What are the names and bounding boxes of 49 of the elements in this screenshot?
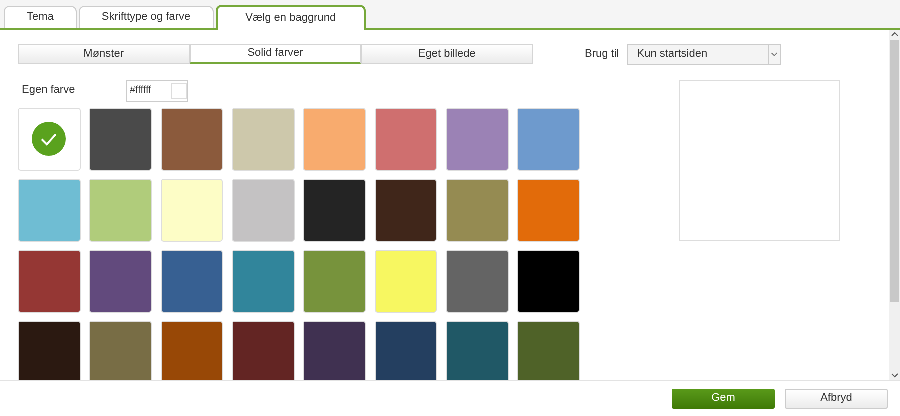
color-swatch[interactable] xyxy=(89,250,152,312)
color-swatch[interactable] xyxy=(18,178,81,242)
color-swatch[interactable] xyxy=(517,178,580,242)
dialog-button[interactable]: Gem xyxy=(672,388,775,408)
color-swatch[interactable] xyxy=(18,108,81,170)
color-swatch[interactable] xyxy=(160,178,224,242)
color-preview xyxy=(171,82,187,98)
segment-tab[interactable]: Eget billede xyxy=(361,44,534,64)
color-swatch[interactable] xyxy=(446,108,509,170)
color-swatch[interactable] xyxy=(446,320,509,380)
tab[interactable]: Vælg en baggrund xyxy=(216,5,366,30)
color-swatch[interactable] xyxy=(374,320,438,380)
checkmark-icon xyxy=(32,122,66,156)
color-input-field[interactable]: #ffffff xyxy=(126,80,188,102)
segment-tab[interactable]: Solid farver xyxy=(190,44,362,64)
apply-to-dropdown[interactable]: Kun startsiden xyxy=(627,44,782,64)
color-swatch[interactable] xyxy=(89,108,152,170)
color-swatch[interactable] xyxy=(303,108,366,170)
tab[interactable]: Skrifttype og farve xyxy=(78,6,214,28)
segment-tab[interactable]: Mønster xyxy=(18,44,190,64)
scroll-thumb[interactable] xyxy=(890,40,899,302)
apply-to-label: Brug til xyxy=(585,46,620,62)
dialog-button[interactable]: Afbryd xyxy=(785,388,888,408)
scrollbar[interactable] xyxy=(889,30,900,380)
custom-color-label: Egen farve xyxy=(21,83,76,98)
color-swatch[interactable] xyxy=(303,320,366,380)
color-swatch[interactable] xyxy=(517,108,580,170)
color-swatch[interactable] xyxy=(517,320,580,380)
color-swatch[interactable] xyxy=(303,250,366,312)
color-swatch[interactable] xyxy=(89,320,152,380)
color-swatch[interactable] xyxy=(18,320,81,380)
color-swatch[interactable] xyxy=(232,320,295,380)
color-swatch[interactable] xyxy=(232,250,295,312)
color-swatch[interactable] xyxy=(232,108,295,170)
color-swatch[interactable] xyxy=(374,178,438,242)
color-swatch[interactable] xyxy=(517,250,580,312)
color-swatch[interactable] xyxy=(374,108,438,170)
color-swatch[interactable] xyxy=(160,108,224,170)
color-swatch[interactable] xyxy=(446,250,509,312)
chevron-down-icon xyxy=(768,44,780,64)
color-swatch[interactable] xyxy=(89,178,152,242)
color-swatch[interactable] xyxy=(303,178,366,242)
color-swatch[interactable] xyxy=(160,320,224,380)
color-swatch[interactable] xyxy=(374,250,438,312)
color-swatch[interactable] xyxy=(446,178,509,242)
color-swatch[interactable] xyxy=(232,178,295,242)
color-swatch[interactable] xyxy=(160,250,224,312)
color-swatch[interactable] xyxy=(18,250,81,312)
tab[interactable]: Tema xyxy=(4,6,77,28)
